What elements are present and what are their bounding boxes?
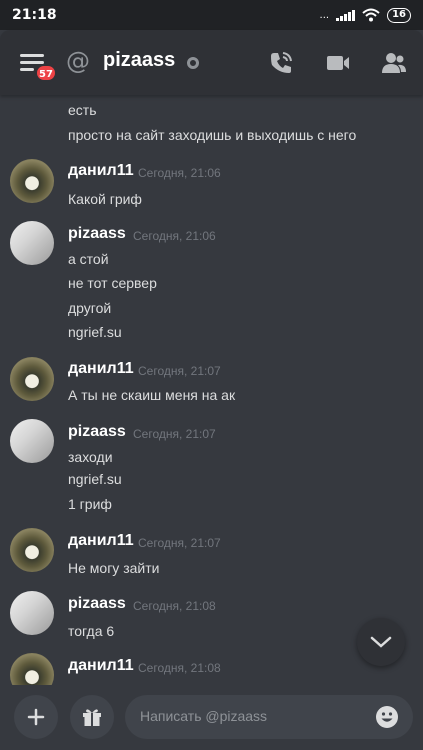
status-bar: 21:18 ... 16 [0, 0, 423, 30]
signal-icon [336, 9, 356, 21]
message-line: другой [68, 300, 112, 316]
chevron-down-icon [370, 636, 392, 648]
wifi-icon [362, 8, 380, 22]
message-timestamp: Сегодня, 21:08 [138, 661, 221, 675]
message-line: 1 гриф [68, 496, 112, 512]
message-line: ngrief.su [68, 471, 122, 487]
message-line: просто на сайт заходишь и выходишь с нег… [68, 127, 357, 143]
emoji-icon[interactable] [375, 705, 399, 729]
battery-level: 16 [392, 9, 406, 20]
message-author[interactable]: данил11 [68, 162, 134, 180]
message-author[interactable]: pizaass [68, 595, 126, 613]
channel-title[interactable]: pizaass [103, 49, 175, 72]
add-attachment-button[interactable] [14, 695, 58, 739]
message-timestamp: Сегодня, 21:07 [133, 427, 216, 441]
scroll-to-bottom-button[interactable] [357, 618, 405, 666]
unread-badge: 57 [35, 64, 57, 82]
avatar[interactable] [10, 159, 54, 203]
message-timestamp: Сегодня, 21:07 [138, 536, 221, 550]
message-timestamp: Сегодня, 21:06 [133, 229, 216, 243]
video-camera-icon[interactable] [325, 50, 351, 76]
message-line: не тот сервер [68, 275, 157, 291]
gift-icon [83, 709, 101, 726]
phone-call-icon[interactable] [268, 50, 294, 76]
avatar[interactable] [10, 591, 54, 635]
message-line: тогда 6 [68, 623, 115, 639]
message-input[interactable]: Написать @pizaass [125, 695, 413, 739]
message-author[interactable]: данил11 [68, 657, 134, 675]
message-timestamp: Сегодня, 21:08 [133, 599, 216, 613]
message-line: заходи [68, 449, 113, 465]
avatar[interactable] [10, 419, 54, 463]
status-time: 21:18 [12, 7, 57, 23]
message-timestamp: Сегодня, 21:07 [138, 364, 221, 378]
members-icon[interactable] [381, 50, 407, 76]
gift-button[interactable] [70, 695, 114, 739]
battery-icon: 16 [387, 7, 411, 23]
message-line: А ты не скаиш меня на ак [68, 387, 236, 403]
status-icons: ... 16 [319, 7, 411, 23]
at-icon: @ [66, 47, 90, 75]
message-author[interactable]: данил11 [68, 532, 134, 550]
message-timestamp: Сегодня, 21:06 [138, 166, 221, 180]
message-author[interactable]: pizaass [68, 225, 126, 243]
message-list[interactable]: есть просто на сайт заходишь и выходишь … [0, 95, 423, 685]
avatar[interactable] [10, 357, 54, 401]
avatar[interactable] [10, 221, 54, 265]
message-line: а стой [68, 251, 109, 267]
message-input-placeholder: Написать @pizaass [140, 708, 268, 724]
avatar[interactable] [10, 528, 54, 572]
message-author[interactable]: данил11 [68, 360, 134, 378]
plus-icon [27, 708, 45, 726]
channel-header: 57 @ pizaass [0, 30, 423, 95]
offline-status-icon [187, 57, 199, 69]
network-activity-icon: ... [319, 9, 330, 21]
message-line: есть [68, 102, 97, 118]
message-author[interactable]: pizaass [68, 423, 126, 441]
message-line: Какой гриф [68, 191, 142, 207]
message-line: ngrief.su [68, 324, 122, 340]
avatar[interactable] [10, 653, 54, 685]
composer: Написать @pizaass [0, 685, 423, 750]
message-line: Не могу зайти [68, 560, 160, 576]
